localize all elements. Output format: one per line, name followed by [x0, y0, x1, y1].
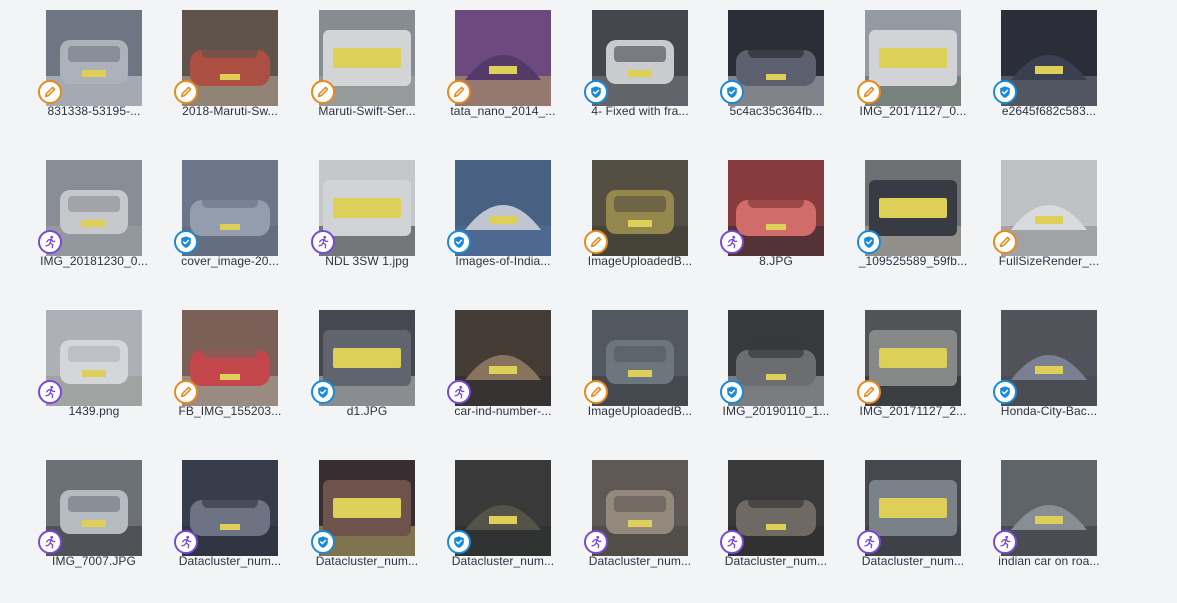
- image-tile[interactable]: 2018-Maruti-Sw...: [174, 0, 304, 130]
- image-tile[interactable]: Datacluster_num...: [311, 450, 441, 580]
- image-filename: IMG_20171127_0...: [859, 104, 967, 118]
- running-person-icon: [993, 530, 1017, 554]
- pencil-icon: [38, 80, 62, 104]
- image-filename: e2645f682c583...: [1001, 104, 1097, 118]
- image-tile[interactable]: Datacluster_num...: [857, 450, 987, 580]
- image-tile[interactable]: 1439.png: [38, 300, 168, 430]
- image-filename: d1.JPG: [346, 404, 388, 418]
- image-filename: car-ind-number-...: [454, 404, 552, 418]
- image-filename: tata_nano_2014_...: [450, 104, 556, 118]
- image-filename: FB_IMG_155203...: [178, 404, 282, 418]
- image-filename: Datacluster_num...: [451, 554, 555, 568]
- image-tile[interactable]: IMG_20171127_0...: [857, 0, 987, 130]
- image-filename: 4- Fixed with fra...: [591, 104, 689, 118]
- image-filename: _109525589_59fb...: [858, 254, 968, 268]
- image-tile[interactable]: indian car on roa...: [993, 450, 1123, 580]
- shield-check-icon: [447, 530, 471, 554]
- image-tile[interactable]: IMG_20190110_1...: [720, 300, 850, 430]
- image-tile[interactable]: 5c4ac35c364fb...: [720, 0, 850, 130]
- shield-check-icon: [993, 80, 1017, 104]
- image-tile[interactable]: cover_image-20...: [174, 150, 304, 280]
- image-filename: Images-of-India...: [455, 254, 551, 268]
- image-filename: IMG_7007.JPG: [52, 554, 136, 568]
- pencil-icon: [584, 380, 608, 404]
- image-tile[interactable]: tata_nano_2014_...: [447, 0, 577, 130]
- pencil-icon: [447, 80, 471, 104]
- pencil-icon: [993, 230, 1017, 254]
- image-tile[interactable]: FB_IMG_155203...: [174, 300, 304, 430]
- image-filename: cover_image-20...: [181, 254, 279, 268]
- running-person-icon: [857, 530, 881, 554]
- image-tile[interactable]: IMG_20181230_0...: [38, 150, 168, 280]
- shield-check-icon: [174, 230, 198, 254]
- image-tile[interactable]: Honda-City-Bac...: [993, 300, 1123, 430]
- running-person-icon: [38, 230, 62, 254]
- image-tile[interactable]: IMG_20171127_2...: [857, 300, 987, 430]
- shield-check-icon: [311, 380, 335, 404]
- image-filename: 5c4ac35c364fb...: [729, 104, 823, 118]
- image-filename: Honda-City-Bac...: [1000, 404, 1098, 418]
- running-person-icon: [174, 530, 198, 554]
- running-person-icon: [720, 530, 744, 554]
- pencil-icon: [584, 230, 608, 254]
- image-tile[interactable]: FullSizeRender_...: [993, 150, 1123, 280]
- image-filename: 1439.png: [68, 404, 120, 418]
- image-filename: IMG_20190110_1...: [722, 404, 830, 418]
- image-filename: IMG_20181230_0...: [40, 254, 148, 268]
- image-tile[interactable]: Maruti-Swift-Ser...: [311, 0, 441, 130]
- shield-check-icon: [857, 230, 881, 254]
- image-tile[interactable]: 8.JPG: [720, 150, 850, 280]
- image-tile[interactable]: Datacluster_num...: [720, 450, 850, 580]
- image-tile[interactable]: ImageUploadedB...: [584, 150, 714, 280]
- shield-check-icon: [584, 80, 608, 104]
- image-filename: NDL 3SW 1.jpg: [325, 254, 409, 268]
- image-filename: Maruti-Swift-Ser...: [318, 104, 416, 118]
- image-filename: indian car on roa...: [998, 554, 1100, 568]
- image-filename: ImageUploadedB...: [587, 254, 693, 268]
- image-tile[interactable]: Datacluster_num...: [584, 450, 714, 580]
- running-person-icon: [447, 380, 471, 404]
- image-filename: Datacluster_num...: [861, 554, 965, 568]
- shield-check-icon: [720, 380, 744, 404]
- shield-check-icon: [993, 380, 1017, 404]
- pencil-icon: [857, 380, 881, 404]
- image-tile[interactable]: Datacluster_num...: [174, 450, 304, 580]
- running-person-icon: [311, 230, 335, 254]
- shield-check-icon: [311, 530, 335, 554]
- image-filename: IMG_20171127_2...: [859, 404, 967, 418]
- image-filename: 2018-Maruti-Sw...: [182, 104, 278, 118]
- image-filename: 831338-53195-...: [47, 104, 141, 118]
- image-tile[interactable]: 4- Fixed with fra...: [584, 0, 714, 130]
- pencil-icon: [174, 80, 198, 104]
- pencil-icon: [311, 80, 335, 104]
- shield-check-icon: [447, 230, 471, 254]
- image-tile[interactable]: _109525589_59fb...: [857, 150, 987, 280]
- running-person-icon: [38, 530, 62, 554]
- image-filename: FullSizeRender_...: [998, 254, 1100, 268]
- image-grid: 831338-53195-... 2018-Maruti-Sw... Marut…: [0, 0, 1177, 603]
- image-tile[interactable]: e2645f682c583...: [993, 0, 1123, 130]
- image-tile[interactable]: ImageUploadedB...: [584, 300, 714, 430]
- pencil-icon: [857, 80, 881, 104]
- image-filename: Datacluster_num...: [178, 554, 282, 568]
- image-tile[interactable]: Datacluster_num...: [447, 450, 577, 580]
- pencil-icon: [174, 380, 198, 404]
- image-filename: Datacluster_num...: [588, 554, 692, 568]
- image-tile[interactable]: d1.JPG: [311, 300, 441, 430]
- running-person-icon: [584, 530, 608, 554]
- image-tile[interactable]: IMG_7007.JPG: [38, 450, 168, 580]
- image-filename: Datacluster_num...: [315, 554, 419, 568]
- image-tile[interactable]: car-ind-number-...: [447, 300, 577, 430]
- image-filename: ImageUploadedB...: [587, 404, 693, 418]
- image-filename: Datacluster_num...: [724, 554, 828, 568]
- image-tile[interactable]: 831338-53195-...: [38, 0, 168, 130]
- image-tile[interactable]: NDL 3SW 1.jpg: [311, 150, 441, 280]
- running-person-icon: [38, 380, 62, 404]
- shield-check-icon: [720, 80, 744, 104]
- running-person-icon: [720, 230, 744, 254]
- image-tile[interactable]: Images-of-India...: [447, 150, 577, 280]
- image-filename: 8.JPG: [759, 254, 793, 268]
